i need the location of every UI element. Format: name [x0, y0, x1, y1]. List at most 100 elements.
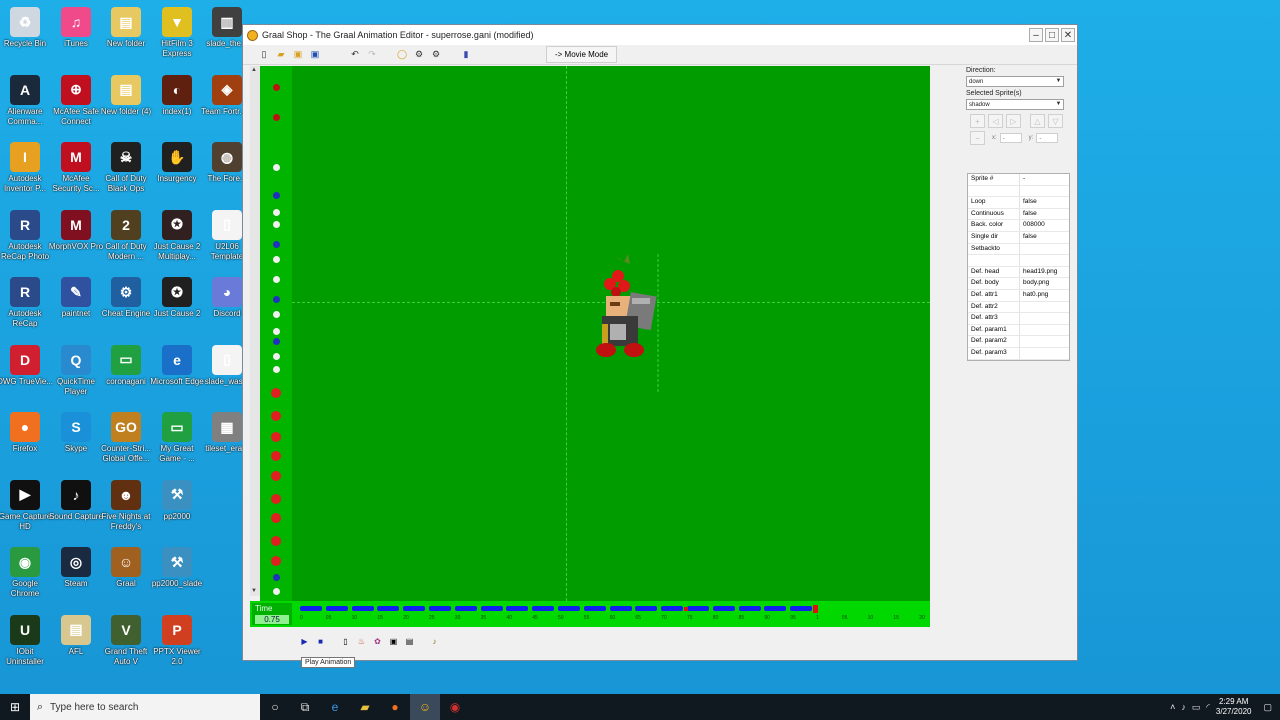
file-explorer-icon[interactable]: ▰	[350, 694, 380, 720]
film-icon[interactable]: ▤	[403, 635, 416, 648]
desktop-icon[interactable]: ● Firefox	[0, 408, 53, 472]
desktop-icon[interactable]: ◎ Steam	[48, 543, 104, 607]
desktop-icon[interactable]: R Autodesk ReCap Photo	[0, 206, 53, 270]
desktop-icon[interactable]: ♫ iTunes	[48, 3, 104, 67]
undo-icon[interactable]: ↶	[348, 48, 362, 62]
title-bar[interactable]: Graal Shop - The Graal Animation Editor …	[243, 25, 1077, 45]
script-icon[interactable]: ▮	[459, 48, 473, 62]
desktop-icon[interactable]: ✎ paintnet	[48, 273, 104, 337]
desktop-icon[interactable]: M McAfee Security Sc...	[48, 138, 104, 202]
desktop-icon[interactable]: A Alienware Comma...	[0, 71, 53, 135]
remove-sprite-icon[interactable]: −	[970, 131, 985, 145]
cortana-icon[interactable]: ○	[260, 694, 290, 720]
property-value[interactable]: -	[1020, 174, 1025, 185]
desktop-icon[interactable]: D DWG TrueVie...	[0, 341, 53, 405]
sprite-thumbnail[interactable]	[271, 432, 281, 442]
clock[interactable]: 2:29 AM 3/27/2020	[1216, 697, 1252, 717]
property-value[interactable]	[1020, 255, 1023, 266]
property-row[interactable]	[968, 185, 1069, 198]
desktop-icon[interactable]: GO Counter-Stri... Global Offe...	[98, 408, 154, 472]
frame-segment[interactable]	[661, 606, 684, 611]
open-folder-icon[interactable]: ▰	[274, 48, 288, 62]
desktop-icon[interactable]: ⚙ Cheat Engine	[98, 273, 154, 337]
sprite-thumbnail[interactable]	[271, 388, 281, 398]
frame-segment[interactable]	[687, 606, 709, 611]
arrow-right-icon[interactable]: ▷	[1006, 114, 1021, 128]
maximize-button[interactable]: □	[1045, 28, 1059, 42]
speaker-icon[interactable]: ♪	[428, 635, 441, 648]
property-row[interactable]: Def. param3	[968, 347, 1069, 360]
frame-segment[interactable]	[506, 606, 529, 611]
property-row[interactable]	[968, 255, 1069, 267]
desktop-icon[interactable]: ☺ Graal	[98, 543, 154, 607]
sprite-thumbnail[interactable]	[271, 451, 281, 461]
property-row[interactable]: Back. color 008000	[968, 220, 1069, 232]
sound-icon[interactable]: ♨	[355, 635, 368, 648]
add-sprite-icon[interactable]: +	[970, 114, 985, 128]
property-value[interactable]: false	[1020, 209, 1037, 220]
property-value[interactable]: false	[1020, 197, 1037, 208]
desktop-icon[interactable]: ♻ Recycle Bin	[0, 3, 53, 67]
sprite-thumbnail[interactable]	[273, 209, 280, 216]
frame-segment[interactable]	[429, 606, 451, 611]
property-value[interactable]: false	[1020, 232, 1037, 243]
desktop-icon[interactable]: ⊕ McAfee Safe Connect	[48, 71, 104, 135]
frame-segment[interactable]	[764, 606, 787, 611]
arrow-down-icon[interactable]: ▽	[1048, 114, 1063, 128]
property-row[interactable]: Continuous false	[968, 208, 1069, 221]
sprite-thumbnail[interactable]	[273, 353, 280, 360]
frame-segment[interactable]	[635, 606, 658, 611]
wifi-icon[interactable]: ◜	[1206, 702, 1210, 713]
sprite-thumbnail[interactable]	[273, 328, 280, 335]
sprite-thumbnail[interactable]	[273, 574, 280, 581]
property-value[interactable]: body.png	[1020, 278, 1049, 289]
playhead-marker[interactable]	[684, 607, 688, 611]
sprite-thumbnail[interactable]	[273, 256, 280, 263]
circle-tool-icon[interactable]: ◯	[395, 48, 409, 62]
property-value[interactable]: 008000	[1020, 220, 1045, 231]
sprite-thumbnail[interactable]	[273, 84, 280, 91]
windows-start-icon[interactable]: ⊞	[0, 694, 30, 720]
desktop-icon[interactable]: ✪ Just Cause 2 Multiplay...	[149, 206, 205, 270]
frame-segment[interactable]	[583, 606, 606, 611]
save-as-icon[interactable]: ▣	[308, 48, 322, 62]
desktop-icon[interactable]: ▶ Game Capture HD	[0, 476, 53, 540]
selected-sprites-select[interactable]: shadow ▼	[966, 99, 1064, 110]
property-value[interactable]	[1020, 313, 1023, 324]
desktop-icon[interactable]: R Autodesk ReCap	[0, 273, 53, 337]
frame-segment[interactable]	[403, 606, 426, 611]
play-icon[interactable]: ▶	[298, 635, 311, 648]
sprite-thumbnail[interactable]	[273, 276, 280, 283]
sprite-thumbnail[interactable]	[273, 311, 280, 318]
desktop-icon[interactable]: ◉ Google Chrome	[0, 543, 53, 607]
frame-segment[interactable]	[790, 606, 813, 611]
frame-segment[interactable]	[325, 606, 348, 611]
chevron-up-icon[interactable]: ˄	[1170, 702, 1175, 712]
sprite-thumbnail[interactable]	[273, 366, 280, 373]
desktop-icon[interactable]: ⚒ pp2000	[149, 476, 205, 540]
sprite-thumbnail[interactable]	[271, 513, 281, 523]
animation-stage[interactable]	[292, 66, 930, 601]
sprites-icon[interactable]: ⚙	[429, 48, 443, 62]
sprite-thumbnail[interactable]	[273, 192, 280, 199]
minimize-button[interactable]: –	[1029, 28, 1043, 42]
volume-icon[interactable]: ♪	[1181, 702, 1186, 712]
property-row[interactable]: Loop false	[968, 197, 1069, 209]
sprite-strip[interactable]	[260, 66, 292, 601]
sprite-thumbnail[interactable]	[271, 494, 281, 504]
desktop-icon[interactable]: I Autodesk Inventor P...	[0, 138, 53, 202]
frame-segment[interactable]	[377, 606, 400, 611]
sprite-thumbnail[interactable]	[271, 411, 281, 421]
redo-icon[interactable]: ↷	[365, 48, 379, 62]
desktop-icon[interactable]: ▭ My Great Game - ...	[149, 408, 205, 472]
new-file-icon[interactable]: ▯	[257, 48, 271, 62]
property-value[interactable]	[1020, 336, 1023, 347]
sprite-thumbnail[interactable]	[273, 164, 280, 171]
frame-segment[interactable]	[454, 606, 477, 611]
sprite-thumbnail[interactable]	[273, 338, 280, 345]
frame-segment[interactable]	[609, 606, 632, 611]
sprite-thumbnail[interactable]	[273, 241, 280, 248]
x-input[interactable]: -	[999, 133, 1022, 143]
frame-segment[interactable]	[712, 606, 735, 611]
y-input[interactable]: -	[1036, 133, 1059, 143]
